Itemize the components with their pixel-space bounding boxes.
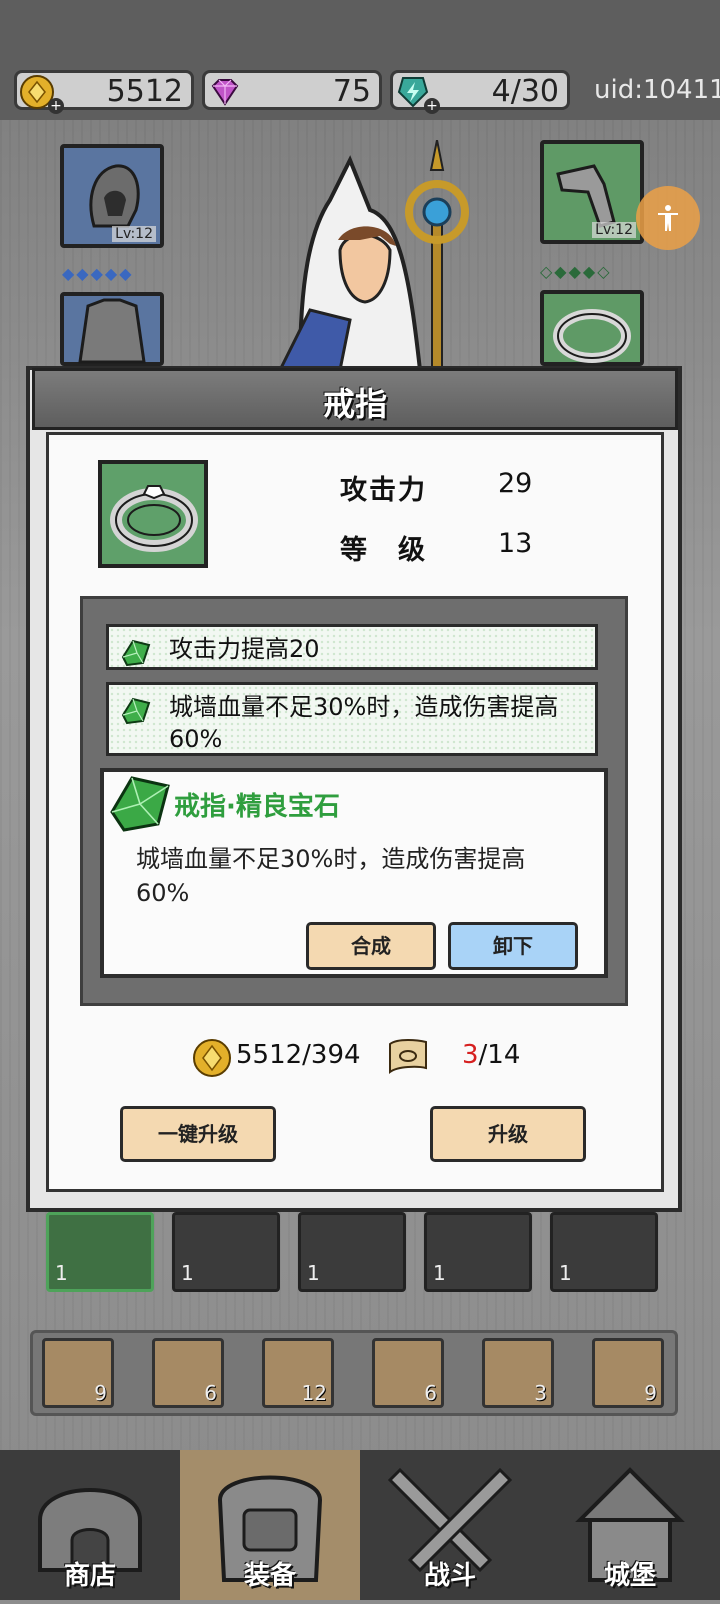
effect-row: 攻击力提高20 (106, 624, 598, 670)
ring-icon (110, 485, 198, 552)
gold-cost: 5512/394 (236, 1040, 361, 1070)
upgrade-button[interactable]: 升级 (430, 1106, 586, 1162)
nav-castle[interactable]: 城堡 (540, 1450, 720, 1600)
stat-attack-value: 29 (498, 468, 533, 499)
scroll-slot[interactable]: 12 (262, 1338, 334, 1408)
gold-coin-icon (193, 1039, 231, 1077)
dialog-title-bar: 戒指 (32, 368, 678, 430)
inventory-slot[interactable]: 1 (46, 1212, 154, 1292)
scroll-slot[interactable]: 3 (482, 1338, 554, 1408)
nav-equipment[interactable]: 装备 (180, 1450, 360, 1600)
equip-slot-gloves[interactable]: Lv:12 (540, 140, 644, 244)
scroll-cost: 3/14 (462, 1040, 520, 1070)
equip-slot-armor[interactable] (60, 292, 164, 366)
gem-description: 城墙血量不足30%时，造成伤害提高60% (136, 845, 526, 907)
inventory-count: 1 (55, 1261, 68, 1285)
add-energy-button[interactable]: + (424, 98, 440, 114)
effect-row: 城墙血量不足30%时，造成伤害提高60% (106, 682, 598, 756)
ring-icon (553, 309, 631, 363)
slot-level-label: Lv:12 (592, 222, 636, 238)
scroll-slot-count: 3 (534, 1381, 547, 1405)
inventory-slot[interactable]: 1 (172, 1212, 280, 1292)
nav-battle[interactable]: 战斗 (360, 1450, 540, 1600)
nav-label: 城堡 (603, 1561, 656, 1591)
slot-level-label: Lv:12 (112, 226, 156, 242)
scroll-slot-count: 6 (204, 1381, 217, 1405)
one-click-upgrade-button[interactable]: 一键升级 (120, 1106, 276, 1162)
scroll-slot-count: 12 (301, 1381, 327, 1405)
person-icon (658, 205, 678, 231)
green-gem-icon (121, 697, 151, 725)
nav-shop[interactable]: 商店 (0, 1450, 180, 1600)
inventory-count: 1 (559, 1261, 572, 1285)
scroll-tray (30, 1330, 678, 1416)
dialog-title: 戒指 (322, 385, 387, 423)
scroll-slot-count: 9 (94, 1381, 107, 1405)
scroll-slot[interactable]: 9 (42, 1338, 114, 1408)
equip-slot-ring[interactable] (540, 290, 644, 366)
scroll-required: /14 (478, 1040, 521, 1070)
gold-value: 5512 (106, 74, 183, 109)
inventory-count: 1 (307, 1261, 320, 1285)
nav-label: 战斗 (423, 1561, 476, 1591)
left-gem-sockets: ◆◆◆◆◆ (62, 264, 134, 283)
diamond-icon (211, 79, 239, 106)
robe-icon (78, 298, 146, 364)
stat-attack-label: 攻击力 (340, 475, 427, 506)
scroll-icon (389, 1039, 427, 1074)
accessibility-button[interactable] (636, 186, 700, 250)
right-gem-sockets: ◇◆◆◆◇ (540, 262, 612, 281)
scroll-slot[interactable]: 6 (152, 1338, 224, 1408)
fine-gem-icon (110, 776, 170, 832)
effect-text: 攻击力提高20 (169, 635, 320, 663)
scroll-owned: 3 (462, 1040, 479, 1070)
energy-value: 4/30 (491, 74, 559, 109)
stat-level-label: 等 级 (340, 535, 427, 566)
nav-label: 商店 (63, 1561, 116, 1591)
scroll-slot[interactable]: 6 (372, 1338, 444, 1408)
inventory-count: 1 (181, 1261, 194, 1285)
inventory-count: 1 (433, 1261, 446, 1285)
green-gem-icon (121, 639, 151, 667)
scroll-slot-count: 9 (644, 1381, 657, 1405)
gem-value: 75 (332, 74, 371, 109)
add-gold-button[interactable]: + (48, 98, 64, 114)
scroll-slot[interactable]: 9 (592, 1338, 664, 1408)
user-id: uid:10411 (594, 75, 720, 105)
gem-counter[interactable]: 75 (202, 70, 382, 110)
mage-character-icon (277, 139, 469, 372)
inventory-slot[interactable]: 1 (298, 1212, 406, 1292)
scroll-slot-count: 6 (424, 1381, 437, 1405)
gold-counter[interactable]: 5512 (14, 70, 194, 110)
item-preview (98, 460, 208, 568)
unequip-button[interactable]: 卸下 (448, 922, 578, 970)
effect-text: 城墙血量不足30%时，造成伤害提高60% (169, 693, 559, 753)
equip-slot-helmet[interactable]: Lv:12 (60, 144, 164, 248)
stat-level-value: 13 (498, 528, 533, 559)
inventory-slot[interactable]: 1 (424, 1212, 532, 1292)
inventory-slot[interactable]: 1 (550, 1212, 658, 1292)
gem-title: 戒指·精良宝石 (174, 792, 340, 822)
nav-label: 装备 (243, 1561, 296, 1591)
hero-mage-portrait (240, 139, 500, 372)
energy-counter[interactable]: 4/30 (390, 70, 570, 110)
combine-button[interactable]: 合成 (306, 922, 436, 970)
